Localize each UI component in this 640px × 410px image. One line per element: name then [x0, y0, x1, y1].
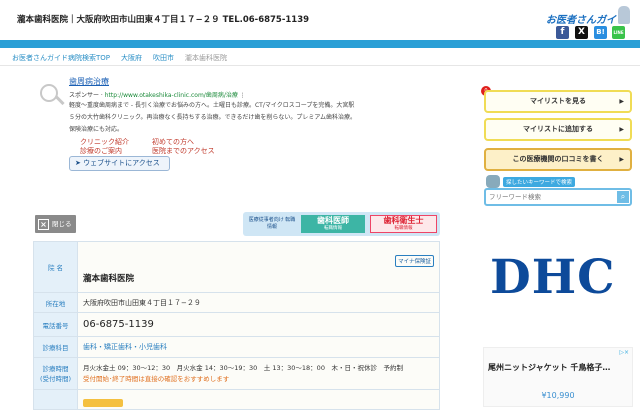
- search-icon: [40, 84, 58, 102]
- button-label: マイリストに追加する: [523, 125, 593, 133]
- breadcrumb-top[interactable]: お医者さんガイド病院検索TOP: [12, 53, 110, 63]
- keyword-search-input[interactable]: フリーワード検索 ⌕: [484, 188, 632, 206]
- dhc-ad-logo[interactable]: DHC: [490, 250, 616, 305]
- close-icon: ×: [38, 219, 49, 230]
- ad-title-link[interactable]: 歯周病治療: [69, 76, 109, 87]
- hours: 月火水金土 09：30〜12：30 月火水金 14：30〜19：30 土 13：…: [83, 363, 434, 374]
- mynumber-badge: マイナ保険証: [395, 255, 434, 267]
- table-row: 診療時間 (受付時間) 月火水金土 09：30〜12：30 月火水金 14：30〜…: [34, 358, 440, 390]
- breadcrumb-suita[interactable]: 吹田市: [153, 53, 174, 63]
- sub-label: 転職情報: [301, 226, 365, 232]
- site-logo[interactable]: お医者さんガイド: [546, 11, 626, 26]
- line-icon[interactable]: LINE: [612, 26, 625, 39]
- search-button[interactable]: ⌕: [617, 191, 629, 203]
- write-review-button[interactable]: この医療機関の口コミを書く ▶: [484, 148, 632, 171]
- product-ad[interactable]: ▷× 尾州ニットジャケット 千鳥格子… ¥10,990: [483, 347, 633, 407]
- view-mylist-button[interactable]: マイリストを見る ▶: [484, 90, 632, 113]
- ad-description: 軽度〜重度歯周病まで - 長引く治療でお悩みの方へ。土曜日も診療。CT/マイクロ…: [69, 100, 359, 136]
- row-label: 院 名: [34, 242, 78, 293]
- table-row: 所在地大阪府吹田市山田東４丁目１７−２９: [34, 293, 440, 313]
- keyword-search-label: 探したいキーワードで検索: [503, 177, 575, 187]
- ad-sponsor-line: スポンサー · http://www.otakeshika-clinic.com…: [69, 90, 246, 99]
- mascot-icon: [486, 175, 500, 188]
- search-icon-handle: [55, 96, 64, 105]
- close-button[interactable]: ×閉じる: [35, 215, 76, 233]
- clinic-info-table: 院 名 マイナ保険証瀧本歯科医院 所在地大阪府吹田市山田東４丁目１７−２９ 電話番…: [33, 241, 440, 410]
- dentist-label: 歯科医師: [317, 216, 349, 225]
- sub-label: 転職情報: [371, 226, 436, 232]
- dentist-recruit-button[interactable]: 歯科医師転職情報: [301, 215, 365, 233]
- header-bar: [0, 40, 640, 48]
- search-placeholder: フリーワード検索: [489, 193, 541, 201]
- phone-number: 06-6875-1139: [78, 313, 440, 337]
- hygienist-recruit-button[interactable]: 歯科衛生士転職情報: [370, 215, 437, 233]
- hygienist-label: 歯科衛生士: [384, 216, 424, 225]
- x-icon[interactable]: X: [575, 26, 588, 39]
- product-title[interactable]: 尾州ニットジャケット 千鳥格子…: [488, 362, 610, 373]
- recruit-banner: 医療従事者向け 転職情報 歯科医師転職情報 歯科衛生士転職情報: [243, 212, 440, 236]
- row-label: 所在地: [34, 293, 78, 313]
- button-label: マイリストを見る: [530, 97, 586, 105]
- button-label: この医療機関の口コミを書く: [513, 155, 604, 163]
- page-title: 瀧本歯科医院｜大阪府吹田市山田東４丁目１７−２９ TEL.06-6875-113…: [17, 13, 309, 25]
- arrow-right-icon: ▶: [619, 120, 624, 139]
- divider: [0, 65, 640, 66]
- row-label: 診療時間 (受付時間): [34, 358, 78, 390]
- table-row: 電話番号06-6875-1139: [34, 313, 440, 337]
- hatena-icon[interactable]: B!: [594, 26, 607, 39]
- departments[interactable]: 歯科・矯正歯科・小児歯科: [78, 337, 440, 358]
- row-label: 診療科目: [34, 337, 78, 358]
- visit-website-button[interactable]: ➤ ウェブサイトにアクセス: [69, 156, 170, 171]
- close-label: 閉じる: [52, 220, 72, 228]
- ad-link-guide[interactable]: 診療のご案内: [80, 146, 122, 156]
- ad-choices-icon[interactable]: ▷×: [619, 349, 629, 356]
- breadcrumb-osaka[interactable]: 大阪府: [121, 53, 142, 63]
- table-row: 診療科目歯科・矯正歯科・小児歯科: [34, 337, 440, 358]
- breadcrumb: お医者さんガイド病院検索TOP 大阪府 吹田市 瀧本歯科医院: [12, 53, 227, 63]
- sponsor-label: スポンサー ·: [69, 92, 103, 99]
- clinic-name: 瀧本歯科医院: [83, 272, 434, 284]
- more-icon[interactable]: ⋮: [240, 92, 246, 99]
- address: 大阪府吹田市山田東４丁目１７−２９: [78, 293, 440, 313]
- row-label: 電話番号: [34, 313, 78, 337]
- ad-url[interactable]: http://www.otakeshika-clinic.com/歯周病/治療: [105, 92, 238, 99]
- breadcrumb-current: 瀧本歯科医院: [185, 53, 227, 63]
- hours-note: 受付開始･終了時間は直接の確認をおすすめします: [83, 374, 434, 385]
- arrow-right-icon: ▶: [619, 150, 624, 169]
- facebook-icon[interactable]: f: [556, 26, 569, 39]
- recruit-label: 医療従事者向け 転職情報: [247, 217, 297, 231]
- mascot-icon: [618, 6, 630, 24]
- table-row: 院 名 マイナ保険証瀧本歯科医院: [34, 242, 440, 293]
- ad-link-access[interactable]: 医院までのアクセス: [152, 146, 215, 156]
- product-price: ¥10,990: [484, 391, 632, 400]
- arrow-right-icon: ▶: [619, 92, 624, 111]
- add-mylist-button[interactable]: マイリストに追加する ▶: [484, 118, 632, 141]
